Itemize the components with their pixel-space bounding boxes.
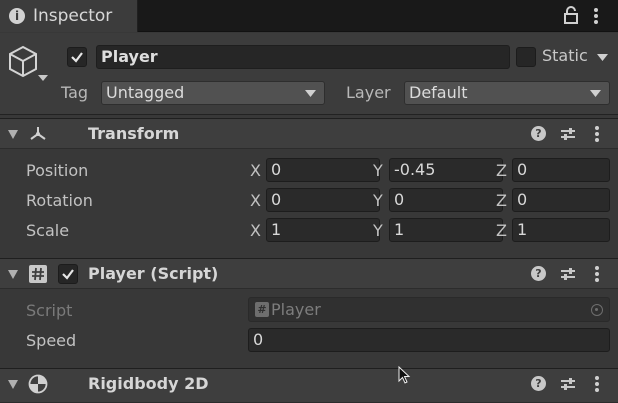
script-label: Script [26,301,73,320]
layer-label: Layer [346,83,391,102]
scale-z-label[interactable]: Z [496,221,507,240]
foldout-arrow-icon[interactable] [8,130,18,139]
rotation-z-field[interactable]: 0 [512,188,610,212]
active-checkbox[interactable] [67,47,87,67]
object-picker-icon [591,304,603,316]
script-object-field: # Player [248,297,610,322]
chevron-down-icon [590,90,601,97]
tab-inspector[interactable]: i Inspector [0,0,138,32]
position-y-field[interactable]: -0.45 [389,158,503,182]
scale-label: Scale [26,221,70,240]
kebab-menu-icon[interactable] [593,374,601,394]
rotation-x-field[interactable]: 0 [266,188,380,212]
tab-title: Inspector [33,6,113,26]
lock-icon[interactable] [563,6,579,24]
transform-title: Transform [88,124,180,143]
tag-label: Tag [61,83,89,102]
speed-field[interactable]: 0 [248,328,610,352]
rotation-x-label[interactable]: X [250,191,261,210]
icon-dropdown-caret-icon[interactable] [38,75,48,81]
tag-dropdown[interactable]: Untagged [101,81,325,105]
foldout-arrow-icon[interactable] [8,380,18,389]
chevron-down-icon [305,90,316,97]
script-icon [29,265,47,283]
rotation-label: Rotation [26,191,93,210]
rotation-y-field[interactable]: 0 [389,188,503,212]
scale-y-label[interactable]: Y [373,221,383,240]
gameobject-header: Player Static Tag Untagged Layer Default [0,33,618,115]
script-value: Player [271,300,321,319]
player-script-header[interactable]: Player (Script) ? [0,258,618,289]
window-tabbar: i Inspector [0,0,618,32]
player-script-title: Player (Script) [88,264,219,283]
transform-header[interactable]: Transform ? [0,118,618,149]
scale-z-field[interactable]: 1 [512,218,610,242]
static-checkbox[interactable] [516,47,536,67]
help-icon[interactable]: ? [531,376,546,391]
checkmark-icon [71,52,83,63]
script-enabled-checkbox[interactable] [58,264,78,284]
gameobject-name-field[interactable]: Player [96,45,510,69]
rotation-y-label[interactable]: Y [373,191,383,210]
presets-icon[interactable] [560,266,576,282]
position-x-label[interactable]: X [250,161,261,180]
static-dropdown-caret-icon[interactable] [597,54,608,61]
mouse-cursor-icon [398,366,411,384]
presets-icon[interactable] [560,376,576,392]
script-file-icon: # [255,302,269,317]
speed-label[interactable]: Speed [26,331,76,350]
help-icon[interactable]: ? [531,126,546,141]
checkmark-icon [62,269,74,280]
gameobject-cube-icon[interactable] [8,45,38,79]
rotation-z-label[interactable]: Z [496,191,507,210]
position-y-label[interactable]: Y [373,161,383,180]
kebab-menu-icon[interactable] [593,124,601,144]
transform-icon [30,127,46,140]
position-z-label[interactable]: Z [496,161,507,180]
presets-icon[interactable] [560,126,576,142]
foldout-arrow-icon[interactable] [8,270,18,279]
scale-x-label[interactable]: X [250,221,261,240]
layer-dropdown[interactable]: Default [404,81,610,105]
help-icon[interactable]: ? [531,266,546,281]
position-z-field[interactable]: 0 [512,158,610,182]
kebab-menu-icon[interactable] [593,264,601,284]
info-icon: i [9,8,25,24]
kebab-menu-icon[interactable] [590,6,602,26]
position-label: Position [26,161,89,180]
scale-y-field[interactable]: 1 [389,218,503,242]
rigidbody2d-title: Rigidbody 2D [88,374,209,393]
scale-x-field[interactable]: 1 [266,218,380,242]
tag-value: Untagged [106,83,185,102]
layer-value: Default [409,83,468,102]
position-x-field[interactable]: 0 [266,158,380,182]
static-label: Static [542,46,588,65]
rigidbody-icon [28,374,48,394]
rigidbody2d-header[interactable]: Rigidbody 2D ? [0,368,618,403]
